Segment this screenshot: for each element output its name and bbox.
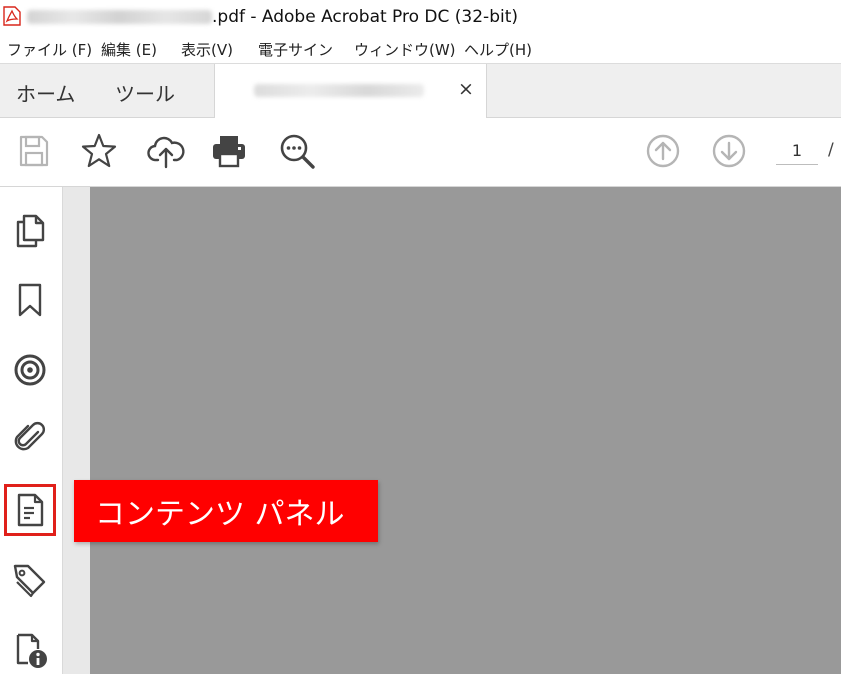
tab-document[interactable]: × [214, 64, 487, 118]
document-info-button[interactable] [9, 629, 51, 671]
upload-cloud-button[interactable] [146, 131, 186, 171]
window-title: .pdf - Adobe Acrobat Pro DC (32-bit) [212, 7, 519, 27]
save-button[interactable] [14, 131, 54, 171]
navigation-pane [0, 187, 63, 674]
page-separator: / [828, 140, 834, 160]
content-panel-button[interactable] [4, 484, 56, 536]
bookmark-icon [18, 283, 42, 317]
tab-tools[interactable]: ツール [115, 78, 175, 107]
attachment-icon [14, 422, 45, 451]
target-icon [14, 354, 46, 386]
print-button[interactable] [209, 131, 249, 171]
bookmark-star-button[interactable] [79, 131, 119, 171]
document-gutter [63, 187, 90, 674]
callout-label: コンテンツ パネル [95, 497, 345, 532]
search-zoom-icon [280, 134, 315, 169]
page-number-input[interactable] [776, 136, 818, 165]
content-panel-icon [17, 493, 44, 527]
print-icon [213, 136, 245, 168]
page-up-icon [646, 134, 680, 168]
blurred-filename [27, 10, 212, 24]
menu-edit[interactable]: 編集 (E) [101, 39, 157, 60]
menu-view[interactable]: 表示(V) [181, 39, 233, 60]
tab-close-button[interactable]: × [458, 78, 474, 100]
menu-help[interactable]: ヘルプ(H) [464, 39, 532, 60]
page-thumbnails-button[interactable] [9, 210, 51, 252]
document-info-icon [16, 633, 47, 668]
next-page-button[interactable] [709, 131, 749, 171]
attachments-button[interactable] [9, 417, 51, 459]
tags-icon [13, 564, 46, 598]
menu-e-sign[interactable]: 電子サイン [258, 39, 333, 60]
bookmarks-button[interactable] [9, 279, 51, 321]
save-icon [19, 135, 49, 167]
search-button[interactable] [277, 131, 317, 171]
menu-window[interactable]: ウィンドウ(W) [354, 39, 456, 60]
menu-bar: ファイル (F) 編集 (E) 表示(V) 電子サイン ウィンドウ(W) ヘルプ… [0, 34, 841, 64]
content-panel-callout: コンテンツ パネル [74, 480, 378, 542]
tab-bar: ホーム ツール × [0, 64, 841, 118]
menu-file[interactable]: ファイル (F) [7, 39, 92, 60]
title-bar: .pdf - Adobe Acrobat Pro DC (32-bit) [0, 0, 841, 34]
star-icon [81, 133, 117, 168]
previous-page-button[interactable] [643, 131, 683, 171]
tab-home[interactable]: ホーム [16, 78, 75, 107]
cloud-upload-icon [147, 136, 185, 169]
document-canvas[interactable] [90, 187, 841, 674]
acrobat-icon [3, 6, 21, 26]
tags-button[interactable] [9, 558, 51, 600]
page-thumbnails-icon [16, 214, 45, 248]
toolbar: / [0, 118, 841, 187]
target-button[interactable] [9, 349, 51, 391]
page-down-icon [712, 134, 746, 168]
blurred-document-name [254, 84, 424, 97]
